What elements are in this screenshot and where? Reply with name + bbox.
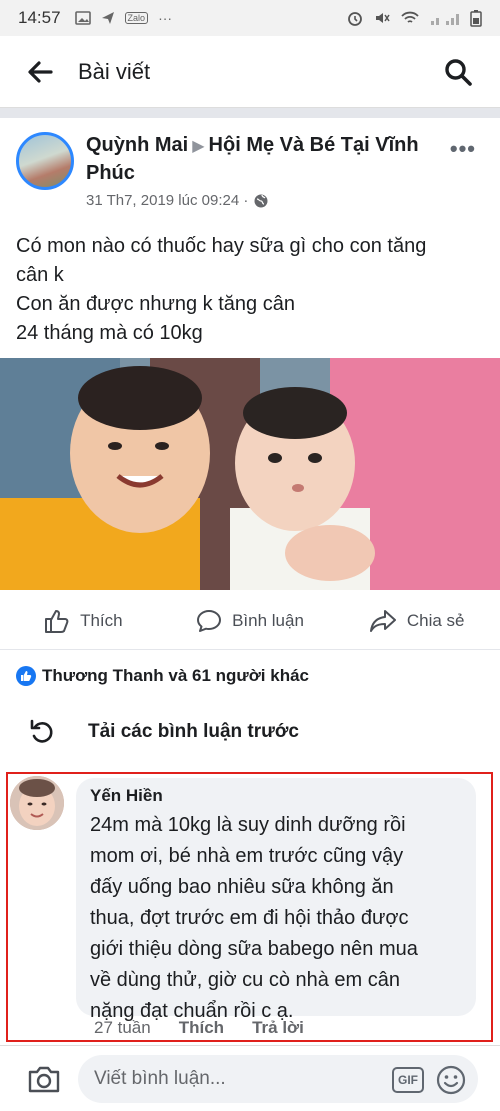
- comment-text-line: về dùng thử, giờ cu cò nhà em cân: [90, 969, 401, 991]
- signal-icon: [431, 14, 459, 25]
- commenter-avatar[interactable]: [10, 776, 64, 830]
- play-arrow-icon: ▶: [192, 138, 205, 155]
- comment-actions: 27 tuần Thích Trả lời: [94, 1018, 304, 1038]
- search-icon: [445, 58, 472, 86]
- comment-text: 24m mà 10kg là suy dinh dưỡng rồi mom ơi…: [90, 810, 462, 1027]
- search-button[interactable]: [440, 54, 476, 90]
- post-text-line: 24 tháng mà có 10kg: [16, 322, 203, 344]
- post-text: Có mon nào có thuốc hay sữa gì cho con t…: [16, 232, 486, 348]
- comment-time[interactable]: 27 tuần: [94, 1018, 151, 1038]
- post-header: Quỳnh Mai ▶ Hội Mẹ Và Bé Tại Vĩnh Phúc 31 …: [0, 118, 500, 218]
- photo-illustration: [0, 358, 500, 590]
- comment-text-line: giới thiệu dòng sữa babego nên mua: [90, 938, 418, 960]
- comment-reply-button[interactable]: Trả lời: [252, 1018, 304, 1038]
- comment-input[interactable]: [94, 1067, 364, 1090]
- wifi-icon: [401, 11, 419, 23]
- comment-label: Bình luận: [232, 610, 304, 630]
- post-text-line: cân k: [16, 264, 64, 286]
- reactions-text: Thương Thanh và 61 người khác: [42, 666, 309, 685]
- separator: [0, 108, 500, 118]
- comment-bubble[interactable]: Yến Hiền 24m mà 10kg là suy dinh dưỡng r…: [76, 778, 476, 1022]
- alarm-icon: [348, 12, 362, 26]
- comment-author[interactable]: Yến Hiền: [90, 786, 462, 806]
- globe-icon: [254, 194, 268, 207]
- gif-button[interactable]: GIF: [392, 1066, 424, 1093]
- more-icon: ···: [158, 10, 173, 26]
- battery-icon: [470, 10, 482, 27]
- smiley-icon: [436, 1065, 466, 1094]
- like-reaction-icon: [16, 666, 36, 686]
- post-action-bar: Thích Bình luận Chia sẻ: [0, 592, 500, 650]
- load-previous-comments[interactable]: Tải các bình luận trước: [30, 712, 299, 752]
- like-button[interactable]: Thích: [0, 608, 167, 634]
- post-text-line: Con ăn được nhưng k tăng cân: [16, 293, 295, 315]
- commenter-avatar-image: [10, 776, 64, 830]
- status-app-icons: Zalo ···: [74, 10, 173, 26]
- share-button[interactable]: Chia sẻ: [333, 608, 500, 634]
- post-timestamp[interactable]: 31 Th7, 2019 lúc 09:24 ·: [86, 192, 248, 209]
- status-time: 14:57: [18, 8, 61, 27]
- author-avatar[interactable]: [16, 132, 74, 190]
- comment-bubble-icon: [197, 609, 222, 632]
- post-meta: 31 Th7, 2019 lúc 09:24 ·: [86, 192, 268, 209]
- thumbs-up-icon: [45, 609, 69, 633]
- back-button[interactable]: [22, 54, 58, 90]
- comment-text-line: đấy uống bao nhiêu sữa không ăn: [90, 876, 394, 898]
- comment-text-line: mom ơi, bé nhà em trước cũng vậy: [90, 845, 404, 867]
- zalo-icon: Zalo: [124, 12, 149, 24]
- like-label: Thích: [80, 610, 123, 630]
- author-name[interactable]: Quỳnh Mai: [86, 134, 188, 156]
- comment-button[interactable]: Bình luận: [167, 608, 334, 634]
- post-photo[interactable]: [0, 358, 500, 590]
- page-title: Bài viết: [78, 58, 151, 84]
- camera-icon: [28, 1066, 60, 1092]
- comment-composer: GIF: [0, 1045, 500, 1111]
- post-more-button[interactable]: •••: [450, 136, 476, 162]
- post-text-line: Có mon nào có thuốc hay sữa gì cho con t…: [16, 235, 427, 257]
- emoji-button[interactable]: [436, 1065, 466, 1095]
- post-author-line: Quỳnh Mai ▶ Hội Mẹ Và Bé Tại Vĩnh Phúc: [86, 132, 426, 187]
- refresh-icon: [30, 719, 53, 743]
- comment-input-wrapper: GIF: [78, 1054, 478, 1103]
- load-previous-label: Tải các bình luận trước: [88, 721, 299, 742]
- back-arrow-icon: [28, 60, 53, 83]
- mute-icon: [376, 13, 390, 23]
- comment-text-line: 24m mà 10kg là suy dinh dưỡng rồi: [90, 814, 406, 836]
- image-icon: [74, 11, 91, 25]
- comment-like-button[interactable]: Thích: [179, 1018, 224, 1038]
- app-header: Bài viết: [0, 36, 500, 108]
- status-bar: 14:57 Zalo ···: [0, 0, 500, 36]
- share-arrow-icon: [369, 609, 396, 632]
- camera-button[interactable]: [24, 1059, 64, 1099]
- send-icon: [101, 12, 114, 24]
- reactions-summary[interactable]: Thương Thanh và 61 người khác: [16, 666, 309, 686]
- comment-text-line: thua, đợt trước em đi hội thảo được: [90, 907, 409, 929]
- status-system-icons: [346, 9, 482, 27]
- share-label: Chia sẻ: [406, 610, 465, 630]
